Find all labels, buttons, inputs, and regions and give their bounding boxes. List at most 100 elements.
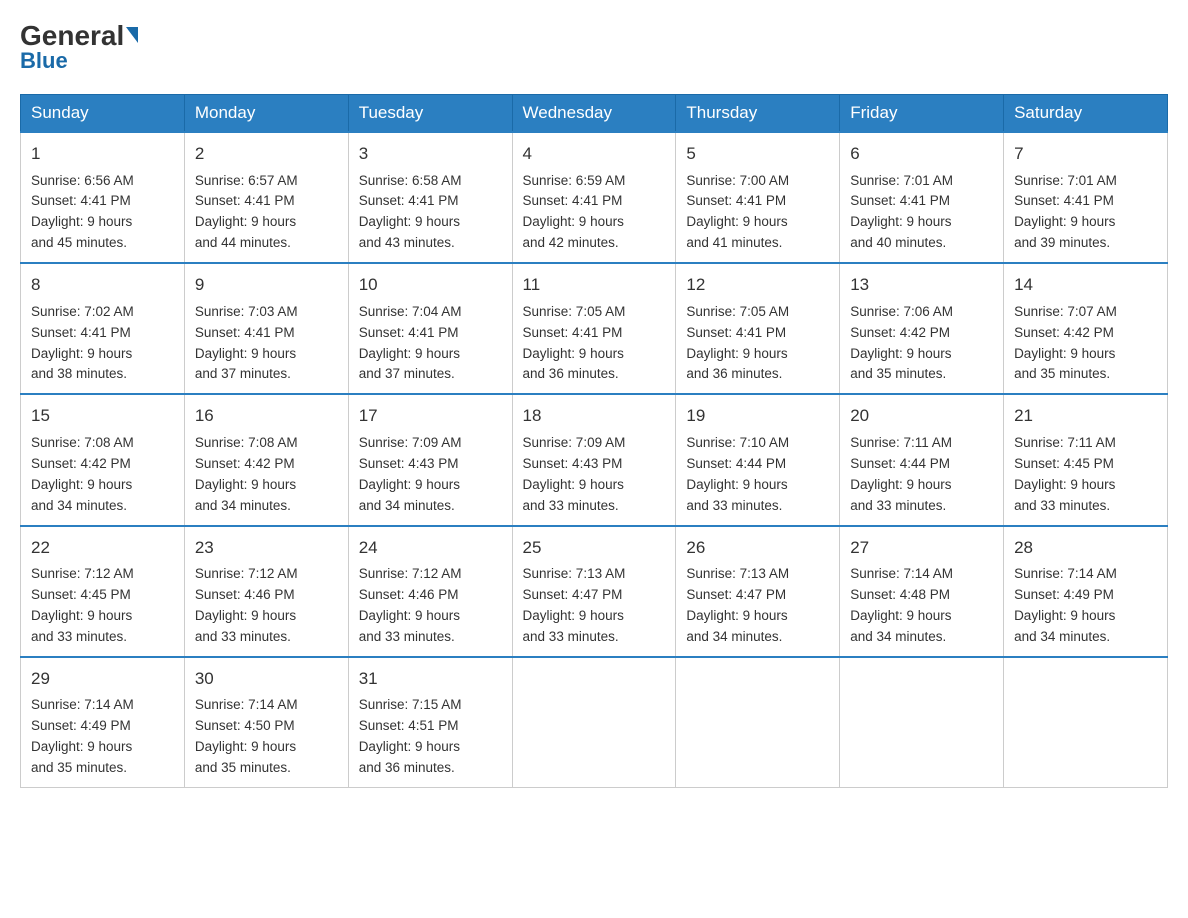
calendar-cell: 10 Sunrise: 7:04 AMSunset: 4:41 PMDayligh… xyxy=(348,263,512,394)
day-number: 20 xyxy=(850,403,993,429)
cell-info: Sunrise: 6:56 AMSunset: 4:41 PMDaylight:… xyxy=(31,171,174,255)
day-number: 28 xyxy=(1014,535,1157,561)
logo: General Blue xyxy=(20,20,138,74)
cell-info: Sunrise: 7:06 AMSunset: 4:42 PMDaylight:… xyxy=(850,302,993,386)
cell-info: Sunrise: 7:10 AMSunset: 4:44 PMDaylight:… xyxy=(686,433,829,517)
calendar-cell: 27Sunrise: 7:14 AMSunset: 4:48 PMDayligh… xyxy=(840,526,1004,657)
cell-info: Sunrise: 6:59 AMSunset: 4:41 PMDaylight:… xyxy=(523,171,666,255)
calendar-cell: 29 Sunrise: 7:14 AMSunset: 4:49 PMDayligh… xyxy=(21,657,185,788)
day-number: 25 xyxy=(523,535,666,561)
calendar-cell: 28 Sunrise: 7:14 AMSunset: 4:49 PMDayligh… xyxy=(1004,526,1168,657)
cell-info: Sunrise: 7:03 AMSunset: 4:41 PMDaylight:… xyxy=(195,302,338,386)
cell-info: Sunrise: 7:14 AMSunset: 4:49 PMDaylight:… xyxy=(1014,564,1157,648)
day-number: 1 xyxy=(31,141,174,167)
cell-info: Sunrise: 6:58 AMSunset: 4:41 PMDaylight:… xyxy=(359,171,502,255)
day-number: 7 xyxy=(1014,141,1157,167)
calendar-cell: 22 Sunrise: 7:12 AMSunset: 4:45 PMDayligh… xyxy=(21,526,185,657)
calendar-day-header: Thursday xyxy=(676,95,840,133)
calendar-day-header: Friday xyxy=(840,95,1004,133)
cell-info: Sunrise: 7:12 AMSunset: 4:45 PMDaylight:… xyxy=(31,564,174,648)
calendar-cell: 9 Sunrise: 7:03 AMSunset: 4:41 PMDaylight… xyxy=(184,263,348,394)
calendar-week-row: 22 Sunrise: 7:12 AMSunset: 4:45 PMDayligh… xyxy=(21,526,1168,657)
cell-info: Sunrise: 7:07 AMSunset: 4:42 PMDaylight:… xyxy=(1014,302,1157,386)
calendar-cell xyxy=(1004,657,1168,788)
cell-info: Sunrise: 7:01 AMSunset: 4:41 PMDaylight:… xyxy=(850,171,993,255)
calendar-header-row: SundayMondayTuesdayWednesdayThursdayFrid… xyxy=(21,95,1168,133)
day-number: 26 xyxy=(686,535,829,561)
day-number: 5 xyxy=(686,141,829,167)
day-number: 21 xyxy=(1014,403,1157,429)
calendar-cell xyxy=(512,657,676,788)
calendar-cell: 3 Sunrise: 6:58 AMSunset: 4:41 PMDaylight… xyxy=(348,132,512,263)
day-number: 8 xyxy=(31,272,174,298)
day-number: 30 xyxy=(195,666,338,692)
cell-info: Sunrise: 7:05 AMSunset: 4:41 PMDaylight:… xyxy=(686,302,829,386)
calendar-week-row: 29 Sunrise: 7:14 AMSunset: 4:49 PMDayligh… xyxy=(21,657,1168,788)
cell-info: Sunrise: 7:11 AMSunset: 4:44 PMDaylight:… xyxy=(850,433,993,517)
calendar-cell xyxy=(840,657,1004,788)
cell-info: Sunrise: 7:14 AMSunset: 4:48 PMDaylight:… xyxy=(850,564,993,648)
calendar-cell xyxy=(676,657,840,788)
page-header: General Blue xyxy=(20,20,1168,74)
calendar-cell: 13 Sunrise: 7:06 AMSunset: 4:42 PMDayligh… xyxy=(840,263,1004,394)
calendar-day-header: Wednesday xyxy=(512,95,676,133)
day-number: 29 xyxy=(31,666,174,692)
calendar-cell: 6 Sunrise: 7:01 AMSunset: 4:41 PMDaylight… xyxy=(840,132,1004,263)
calendar-day-header: Monday xyxy=(184,95,348,133)
calendar-cell: 16Sunrise: 7:08 AMSunset: 4:42 PMDayligh… xyxy=(184,394,348,525)
day-number: 2 xyxy=(195,141,338,167)
day-number: 11 xyxy=(523,272,666,298)
calendar-cell: 30 Sunrise: 7:14 AMSunset: 4:50 PMDayligh… xyxy=(184,657,348,788)
calendar-cell: 5 Sunrise: 7:00 AMSunset: 4:41 PMDaylight… xyxy=(676,132,840,263)
day-number: 18 xyxy=(523,403,666,429)
day-number: 14 xyxy=(1014,272,1157,298)
day-number: 19 xyxy=(686,403,829,429)
day-number: 12 xyxy=(686,272,829,298)
day-number: 3 xyxy=(359,141,502,167)
cell-info: Sunrise: 7:13 AMSunset: 4:47 PMDaylight:… xyxy=(523,564,666,648)
cell-info: Sunrise: 7:14 AMSunset: 4:50 PMDaylight:… xyxy=(195,695,338,779)
day-number: 6 xyxy=(850,141,993,167)
cell-info: Sunrise: 7:02 AMSunset: 4:41 PMDaylight:… xyxy=(31,302,174,386)
cell-info: Sunrise: 7:12 AMSunset: 4:46 PMDaylight:… xyxy=(359,564,502,648)
calendar-cell: 18 Sunrise: 7:09 AMSunset: 4:43 PMDayligh… xyxy=(512,394,676,525)
calendar-day-header: Saturday xyxy=(1004,95,1168,133)
day-number: 15 xyxy=(31,403,174,429)
calendar-cell: 14 Sunrise: 7:07 AMSunset: 4:42 PMDayligh… xyxy=(1004,263,1168,394)
calendar-cell: 2 Sunrise: 6:57 AMSunset: 4:41 PMDaylight… xyxy=(184,132,348,263)
day-number: 13 xyxy=(850,272,993,298)
day-number: 9 xyxy=(195,272,338,298)
day-number: 17 xyxy=(359,403,502,429)
cell-info: Sunrise: 7:04 AMSunset: 4:41 PMDaylight:… xyxy=(359,302,502,386)
day-number: 16 xyxy=(195,403,338,429)
calendar-day-header: Tuesday xyxy=(348,95,512,133)
day-number: 22 xyxy=(31,535,174,561)
calendar-cell: 20 Sunrise: 7:11 AMSunset: 4:44 PMDayligh… xyxy=(840,394,1004,525)
calendar-cell: 19 Sunrise: 7:10 AMSunset: 4:44 PMDayligh… xyxy=(676,394,840,525)
cell-info: Sunrise: 7:00 AMSunset: 4:41 PMDaylight:… xyxy=(686,171,829,255)
cell-info: Sunrise: 7:14 AMSunset: 4:49 PMDaylight:… xyxy=(31,695,174,779)
calendar-cell: 15Sunrise: 7:08 AMSunset: 4:42 PMDayligh… xyxy=(21,394,185,525)
cell-info: Sunrise: 7:01 AMSunset: 4:41 PMDaylight:… xyxy=(1014,171,1157,255)
calendar-cell: 23Sunrise: 7:12 AMSunset: 4:46 PMDayligh… xyxy=(184,526,348,657)
logo-blue: Blue xyxy=(20,48,68,74)
calendar-table: SundayMondayTuesdayWednesdayThursdayFrid… xyxy=(20,94,1168,788)
cell-info: Sunrise: 7:05 AMSunset: 4:41 PMDaylight:… xyxy=(523,302,666,386)
calendar-cell: 24 Sunrise: 7:12 AMSunset: 4:46 PMDayligh… xyxy=(348,526,512,657)
cell-info: Sunrise: 6:57 AMSunset: 4:41 PMDaylight:… xyxy=(195,171,338,255)
calendar-cell: 21 Sunrise: 7:11 AMSunset: 4:45 PMDayligh… xyxy=(1004,394,1168,525)
day-number: 24 xyxy=(359,535,502,561)
day-number: 10 xyxy=(359,272,502,298)
cell-info: Sunrise: 7:13 AMSunset: 4:47 PMDaylight:… xyxy=(686,564,829,648)
calendar-cell: 17Sunrise: 7:09 AMSunset: 4:43 PMDayligh… xyxy=(348,394,512,525)
calendar-day-header: Sunday xyxy=(21,95,185,133)
cell-info: Sunrise: 7:15 AMSunset: 4:51 PMDaylight:… xyxy=(359,695,502,779)
calendar-cell: 12 Sunrise: 7:05 AMSunset: 4:41 PMDayligh… xyxy=(676,263,840,394)
calendar-cell: 8 Sunrise: 7:02 AMSunset: 4:41 PMDaylight… xyxy=(21,263,185,394)
cell-info: Sunrise: 7:11 AMSunset: 4:45 PMDaylight:… xyxy=(1014,433,1157,517)
day-number: 4 xyxy=(523,141,666,167)
calendar-cell: 1 Sunrise: 6:56 AMSunset: 4:41 PMDaylight… xyxy=(21,132,185,263)
cell-info: Sunrise: 7:09 AMSunset: 4:43 PMDaylight:… xyxy=(523,433,666,517)
calendar-cell: 25 Sunrise: 7:13 AMSunset: 4:47 PMDayligh… xyxy=(512,526,676,657)
day-number: 23 xyxy=(195,535,338,561)
